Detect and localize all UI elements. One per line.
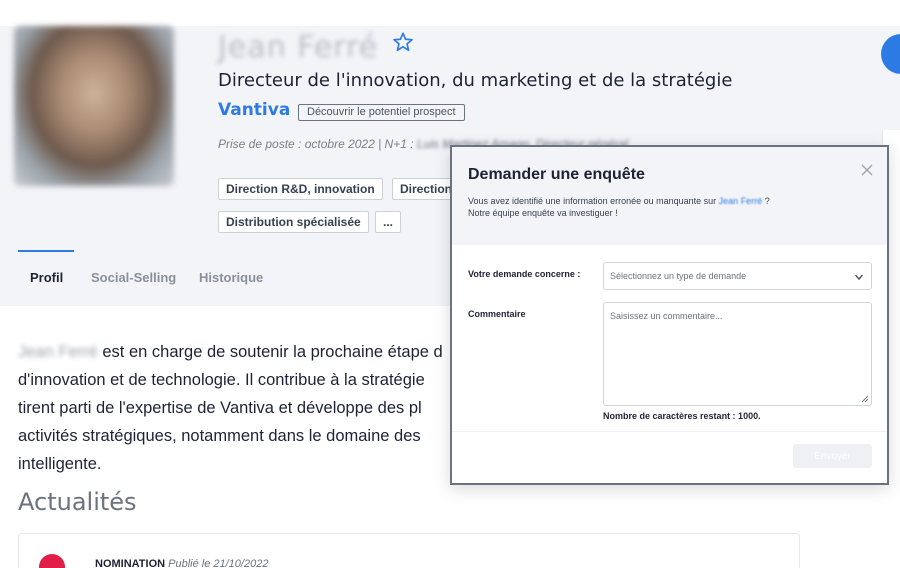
comment-label: Commentaire — [468, 309, 526, 319]
news-card[interactable]: NOMINATION Publié le 21/10/2022 — [18, 533, 800, 568]
request-type-select[interactable]: Sélectionnez un type de demande — [603, 262, 872, 290]
bio-line: d'innovation et de technologie. Il contr… — [18, 371, 425, 389]
tab-profil[interactable]: Profil — [30, 270, 63, 285]
profile-name: Jean Ferré — [218, 30, 379, 65]
modal-description: Vous avez identifié une information erro… — [468, 196, 770, 218]
tag-distribution[interactable]: Distribution spécialisée — [218, 211, 369, 233]
active-tab-indicator — [18, 250, 74, 252]
bio-line: Jean Ferré est en charge de soutenir la … — [18, 343, 443, 361]
request-type-label: Votre demande concerne : — [468, 269, 581, 279]
remaining-characters: Nombre de caractères restant : 1000. — [603, 411, 761, 421]
bio-line: activités stratégiques, notamment dans l… — [18, 427, 421, 445]
modal-divider — [452, 431, 887, 432]
comment-textarea[interactable]: Saisissez un commentaire... — [603, 302, 872, 406]
tab-social-selling[interactable]: Social-Selling — [91, 270, 176, 285]
bio-line: tirent parti de l'expertise de Vantiva e… — [18, 399, 422, 417]
top-strip — [0, 0, 900, 26]
person-link[interactable]: Jean Ferré — [719, 196, 763, 206]
star-outline-icon[interactable] — [392, 31, 414, 53]
bio-line: intelligente. — [18, 455, 102, 473]
profile-bio: Jean Ferré est en charge de soutenir la … — [18, 338, 450, 478]
news-section-title: Actualités — [18, 488, 137, 516]
tab-historique[interactable]: Historique — [199, 270, 263, 285]
chevron-down-icon — [854, 274, 864, 281]
bio-person-name: Jean Ferré — [18, 343, 98, 361]
discover-prospect-button[interactable]: Découvrir le potentiel prospect — [298, 104, 465, 121]
modal-title: Demander une enquête — [468, 166, 645, 183]
nomination-badge-icon — [39, 554, 65, 568]
job-title: Directeur de l'innovation, du marketing … — [218, 70, 733, 91]
investigation-modal: Demander une enquête Vous avez identifié… — [450, 145, 889, 485]
position-meta-prefix: Prise de poste : octobre 2022 | N+1 : — [218, 137, 417, 151]
company-link[interactable]: Vantiva — [218, 100, 290, 120]
close-icon[interactable] — [860, 163, 874, 177]
tag-more-button[interactable]: ... — [375, 211, 402, 233]
send-button[interactable]: Envoyer — [793, 444, 872, 468]
news-date: Publié le 21/10/2022 — [168, 558, 269, 568]
profile-photo — [14, 26, 174, 186]
tag-rd-innovation[interactable]: Direction R&D, innovation — [218, 178, 383, 200]
resize-handle-icon[interactable] — [861, 395, 869, 403]
news-type: NOMINATION Publié le 21/10/2022 — [95, 558, 269, 568]
